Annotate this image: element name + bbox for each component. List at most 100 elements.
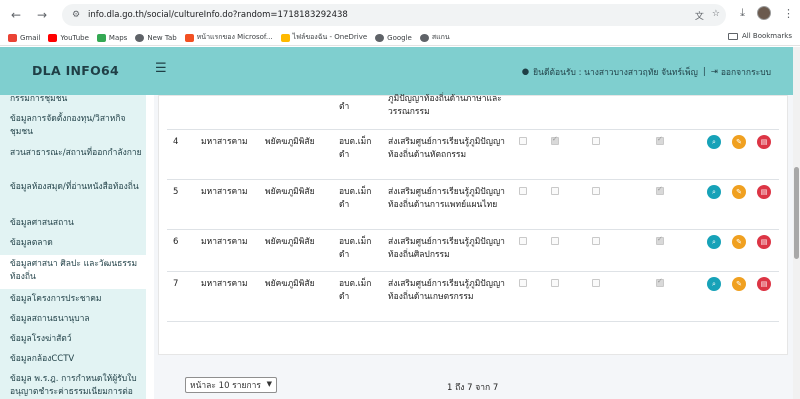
checkbox-col2[interactable]: [551, 187, 559, 195]
microsoft-icon: [184, 33, 194, 42]
row-number: 5: [173, 187, 179, 197]
district-cell: พยัคฆภูมิพิสัย: [265, 279, 315, 289]
profile-avatar[interactable]: [757, 6, 771, 20]
edit-button[interactable]: ✎: [732, 185, 746, 199]
sidebar-item-community-committee[interactable]: กรรมการชุมชน: [10, 95, 142, 106]
view-button[interactable]: ⌕: [707, 185, 721, 199]
table-row: 6 มหาสารคาม พยัคฆภูมิพิสัย อบต.เม็กดำ ส่…: [167, 230, 779, 272]
forward-icon[interactable]: →: [32, 5, 52, 25]
checkbox-col4[interactable]: [656, 185, 664, 195]
edit-button[interactable]: ✎: [732, 135, 746, 149]
desc-cell: ส่งเสริมศูนย์การเรียนรู้ภูมิปัญญาท้องถิ่…: [388, 279, 505, 302]
table-row: 5 มหาสารคาม พยัคฆภูมิพิสัย อบต.เม็กดำ ส่…: [167, 180, 779, 230]
youtube-icon: [48, 33, 58, 42]
row-number: 7: [173, 279, 179, 289]
sidebar-item-religious-place[interactable]: ข้อมูลศาสนสถาน: [10, 217, 142, 230]
app-header: DLA INFO64 ☰ ● ยินดีต้อนรับ : นางสาวบางส…: [0, 47, 793, 95]
checkbox-col4[interactable]: [656, 135, 664, 145]
site-info-icon[interactable]: ⚙: [68, 10, 84, 20]
back-icon[interactable]: ←: [6, 5, 26, 25]
sidebar-item-community-project[interactable]: ข้อมูลโครงการประชาคม: [10, 293, 142, 306]
onedrive-icon: [280, 33, 290, 42]
sidebar-item-decree[interactable]: ข้อมูล พ.ร.ฎ. การกำหนดให้ผู้รับใบอนุญาตช…: [10, 373, 142, 399]
all-bookmarks[interactable]: All Bookmarks: [727, 32, 792, 40]
menu-dots-icon[interactable]: ⋮: [783, 7, 794, 20]
province-cell: มหาสารคาม: [201, 187, 248, 197]
sidebar-item-library[interactable]: ข้อมูลห้องสมุด/ที่อ่านหนังสือท้องถิ่น: [10, 181, 142, 194]
scrollbar-thumb[interactable]: [794, 167, 799, 259]
sidebar-item-community-fund[interactable]: ข้อมูลการจัดตั้งกองทุน/วิสาหกิจชุมชน: [10, 113, 142, 139]
delete-button[interactable]: ▤: [757, 235, 771, 249]
sidebar-item-pawnshop[interactable]: ข้อมูลสถานธนานุบาล: [10, 313, 142, 326]
checkbox-col3[interactable]: [592, 279, 600, 287]
brand-logo[interactable]: DLA INFO64: [32, 63, 119, 78]
sidebar-item-culture[interactable]: ข้อมูลศาสนา ศิลปะ และวัฒนธรรมท้องถิ่น: [0, 255, 146, 289]
url-text[interactable]: info.dla.go.th/social/cultureInfo.do?ran…: [88, 10, 348, 20]
logout-icon[interactable]: ⇥: [711, 67, 718, 77]
view-button[interactable]: ⌕: [707, 277, 721, 291]
globe-icon: [419, 33, 429, 42]
logout-link[interactable]: ออกจากระบบ: [721, 65, 771, 79]
page-size-select[interactable]: หน้าละ 10 รายการ ▼: [185, 377, 277, 393]
checkbox-col3[interactable]: [592, 237, 600, 245]
checkbox-col4[interactable]: [656, 235, 664, 245]
address-bar[interactable]: ⚙ info.dla.go.th/social/cultureInfo.do?r…: [62, 4, 726, 26]
checkbox-col1[interactable]: [519, 279, 527, 287]
delete-button[interactable]: ▤: [757, 135, 771, 149]
bookmark-google[interactable]: Google: [375, 33, 412, 42]
pagination-info: 1 ถึง 7 จาก 7: [447, 383, 499, 393]
bookmark-youtube[interactable]: YouTube: [48, 33, 89, 42]
checkbox-col3[interactable]: [592, 137, 600, 145]
bookmark-maps[interactable]: Maps: [96, 33, 127, 42]
checkbox-col1[interactable]: [519, 237, 527, 245]
edit-button[interactable]: ✎: [732, 235, 746, 249]
view-button[interactable]: ⌕: [707, 135, 721, 149]
translate-icon[interactable]: 文: [695, 9, 704, 22]
district-cell: พยัคฆภูมิพิสัย: [265, 237, 315, 247]
download-icon[interactable]: ⤓: [740, 6, 745, 20]
checkbox-col2[interactable]: [551, 237, 559, 245]
sidebar: กรรมการชุมชน ข้อมูลการจัดตั้งกองทุน/วิสา…: [0, 95, 146, 399]
checkbox-col1[interactable]: [519, 137, 527, 145]
view-button[interactable]: ⌕: [707, 235, 721, 249]
checkbox-col2[interactable]: [551, 135, 559, 145]
bookmark-microsoft[interactable]: หน้าแรกของ Microsof...: [184, 32, 273, 43]
checkbox-col2[interactable]: [551, 279, 559, 287]
edit-button[interactable]: ✎: [732, 277, 746, 291]
org-cell: อบต.เม็กดำ: [339, 187, 372, 210]
page-size-value: หน้าละ 10 รายการ: [190, 381, 261, 391]
google-icon: [375, 33, 385, 42]
bookmark-onedrive[interactable]: ไฟล์ของฉัน - OneDrive: [280, 32, 367, 43]
sidebar-scroll-gutter: [146, 95, 154, 399]
bookmark-scan[interactable]: สแกน: [419, 32, 450, 43]
org-cell: อบต.เม็กดำ: [339, 137, 372, 160]
chevron-down-icon: ▼: [266, 380, 272, 388]
table-row: 4 มหาสารคาม พยัคฆภูมิพิสัย อบต.เม็กดำ ส่…: [167, 130, 779, 180]
desc-cell: ส่งเสริมศูนย์การเรียนรู้ภูมิปัญญาท้องถิ่…: [388, 137, 505, 160]
bookmark-new-tab[interactable]: New Tab: [135, 33, 177, 42]
org-cell: ตำ: [339, 102, 350, 112]
district-cell: พยัคฆภูมิพิสัย: [265, 137, 315, 147]
bookmark-star-icon[interactable]: ☆: [712, 9, 720, 22]
sidebar-item-slaughterhouse[interactable]: ข้อมูลโรงฆ่าสัตว์: [10, 333, 142, 346]
row-number: 6: [173, 237, 179, 247]
gmail-icon: [8, 33, 17, 42]
divider: |: [702, 67, 706, 77]
row-number: 4: [173, 137, 179, 147]
checkbox-col4[interactable]: [656, 277, 664, 287]
sidebar-item-cctv[interactable]: ข้อมูลกล้องCCTV: [10, 353, 142, 366]
sidebar-item-public-park[interactable]: สวนสาธารณะ/สถานที่ออกกำลังกาย: [10, 147, 142, 160]
checkbox-col1[interactable]: [519, 187, 527, 195]
checkbox-col3[interactable]: [592, 187, 600, 195]
bookmark-gmail[interactable]: Gmail: [8, 33, 40, 42]
sidebar-item-market[interactable]: ข้อมูลตลาด: [10, 237, 142, 250]
page-scrollbar[interactable]: [793, 47, 800, 399]
welcome-text: ยินดีต้อนรับ : นางสาวบางสาวฤทัย จันทร์เพ…: [533, 68, 698, 78]
hamburger-menu-icon[interactable]: ☰: [155, 61, 167, 76]
table-row: 7 มหาสารคาม พยัคฆภูมิพิสัย อบต.เม็กดำ ส่…: [167, 272, 779, 322]
delete-button[interactable]: ▤: [757, 185, 771, 199]
delete-button[interactable]: ▤: [757, 277, 771, 291]
org-cell: อบต.เม็กดำ: [339, 279, 372, 302]
globe-icon: [135, 33, 145, 42]
browser-toolbar: ← → ↻ ⚙ info.dla.go.th/social/cultureInf…: [0, 0, 800, 30]
